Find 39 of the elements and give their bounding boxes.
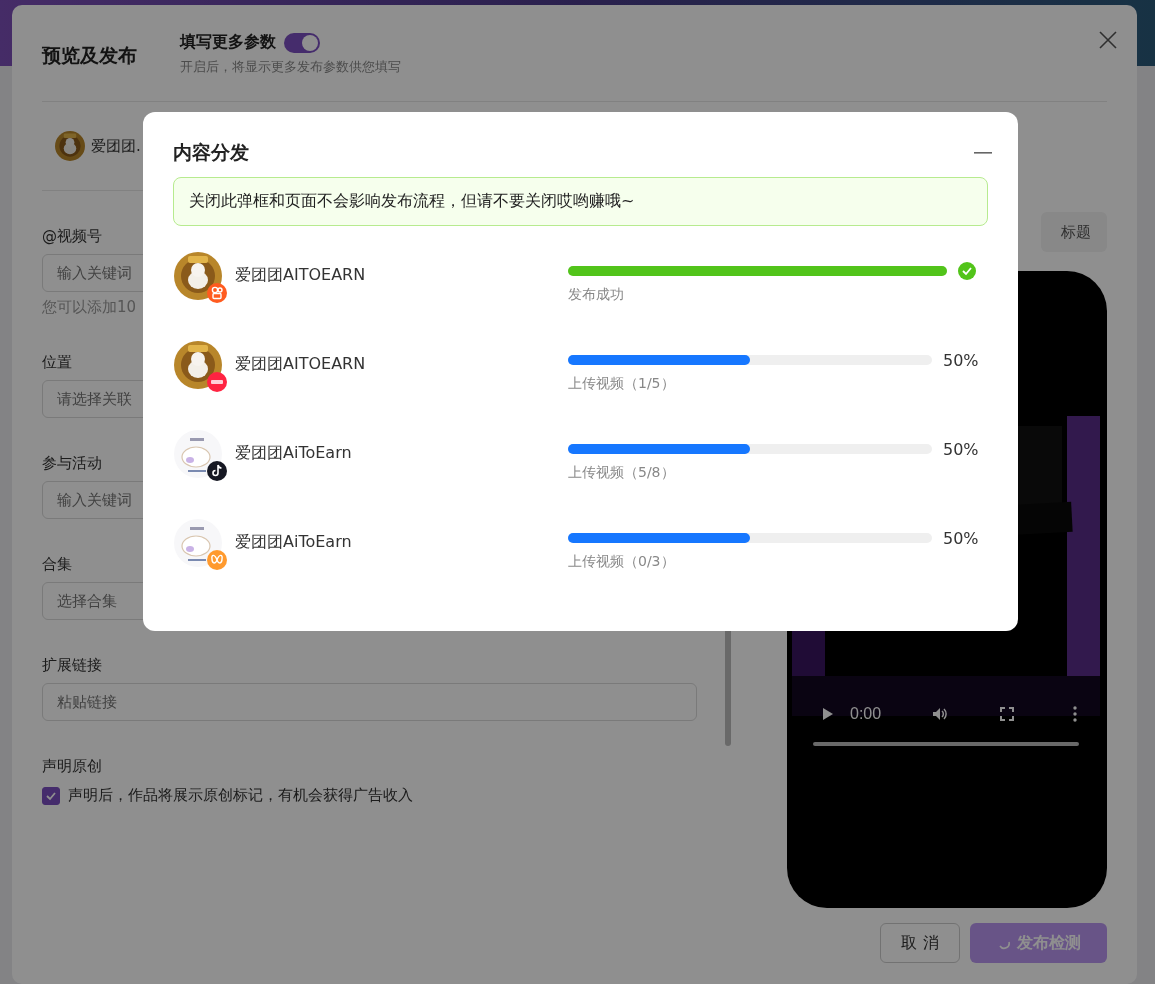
account-name: 爱团团AiToEarn [235,443,353,464]
dialog-title: 预览及发布 [42,43,138,68]
account-name: 爱团团AITOEARN [235,354,367,375]
close-icon[interactable] [1099,31,1117,49]
status-text: 发布成功 [568,286,624,304]
more-params-label: 填写更多参数 [180,32,276,53]
minimize-icon[interactable] [974,151,992,155]
status-text: 上传视频（1/5） [568,375,675,393]
avatar [174,430,222,478]
title-button[interactable]: 标题 [1041,212,1107,252]
account-name: 爱团团. [91,136,141,156]
field-label: 扩展链接 [42,656,102,675]
progress-percent: 50% [943,439,976,459]
volume-icon[interactable] [930,705,949,723]
fullscreen-icon[interactable] [998,705,1017,723]
checkbox-label: 声明后，作品将展示原创标记，有机会获得广告收入 [68,786,413,805]
status-text: 上传视频（5/8） [568,464,675,482]
avatar [174,519,222,567]
progress-percent: 50% [943,350,976,370]
status-text: 上传视频（0/3） [568,553,675,571]
cancel-button[interactable]: 取 消 [880,923,960,963]
avatar [55,131,85,161]
check-circle-icon [958,262,976,280]
field-label: 位置 [42,353,72,372]
notice-banner: 关闭此弹框和页面不会影响发布流程，但请不要关闭哎哟赚哦~ [173,177,988,226]
modal-title: 内容分发 [173,140,249,165]
progress-percent: 50% [943,528,976,548]
checkbox[interactable] [42,786,60,805]
field-label: 参与活动 [42,454,102,473]
input-field[interactable]: 粘贴链接 [42,683,698,721]
account-name: 爱团团AITOEARN [235,265,367,286]
video-time: 0:00 [850,705,882,723]
more-params-hint: 开启后，将显示更多发布参数供您填写 [180,58,401,76]
field-label: 合集 [42,555,72,574]
field-label: @视频号 [42,227,102,246]
toggle-switch[interactable] [284,32,320,53]
field-label: 声明原创 [42,757,102,776]
account-name: 爱团团AiToEarn [235,532,353,553]
avatar [174,252,222,300]
